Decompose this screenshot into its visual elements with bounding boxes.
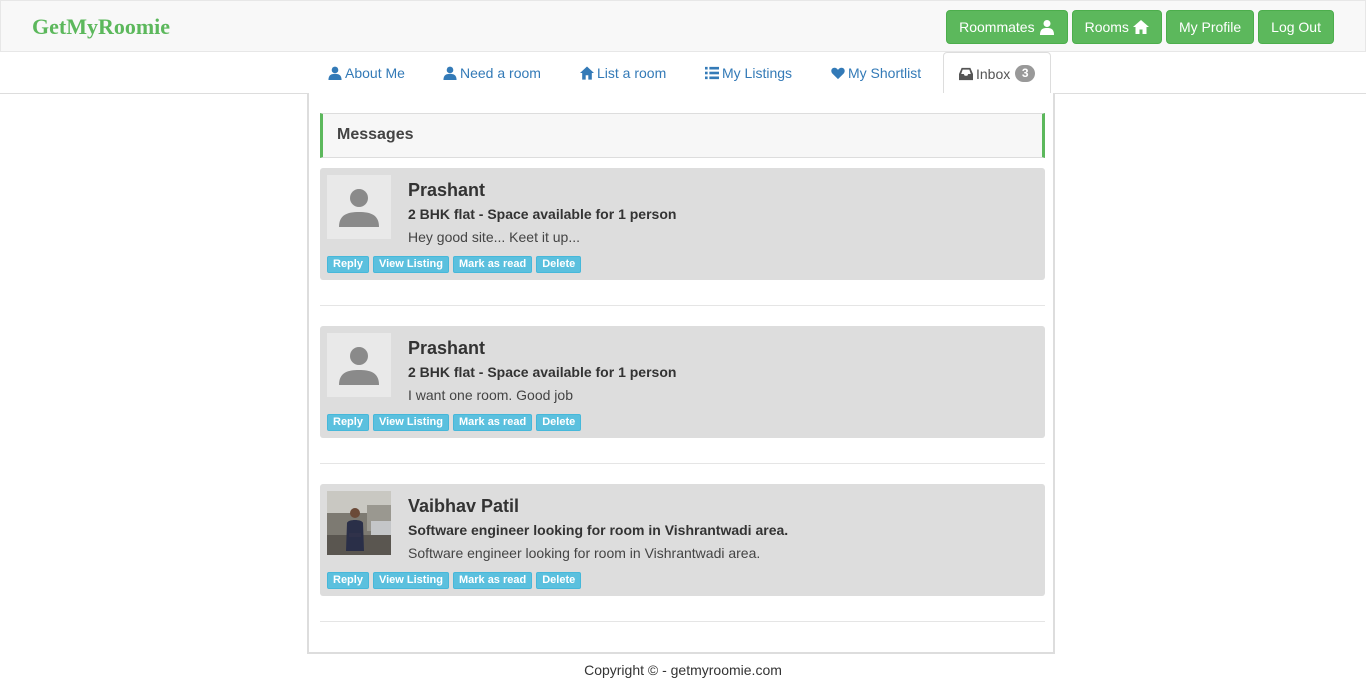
inbox-count-badge: 3 [1015, 65, 1036, 82]
tab-label: Inbox [976, 65, 1011, 82]
tab-about-me[interactable]: About Me [313, 52, 420, 94]
message-divider [320, 621, 1045, 622]
mark-as-read-button[interactable]: Mark as read [452, 256, 533, 273]
message-actions: Reply View Listing Mark as read Delete [327, 414, 582, 431]
inbox-icon [959, 67, 973, 80]
mark-as-read-button[interactable]: Mark as read [452, 572, 533, 589]
message-card: Prashant 2 BHK flat - Space available fo… [320, 326, 1045, 438]
reply-button[interactable]: Reply [327, 414, 369, 431]
top-navbar: GetMyRoomie Roommates Rooms My Profile L… [0, 0, 1366, 52]
tab-label: My Shortlist [848, 65, 922, 81]
home-icon [580, 66, 594, 80]
user-icon [328, 66, 342, 80]
tab-my-shortlist[interactable]: My Shortlist [816, 52, 936, 94]
user-icon [1039, 20, 1054, 35]
home-icon [1132, 20, 1149, 34]
message-actions: Reply View Listing Mark as read Delete [327, 572, 582, 589]
rooms-button[interactable]: Rooms [1071, 10, 1162, 44]
tab-label: Need a room [460, 65, 541, 81]
message-divider [320, 305, 1045, 306]
roommates-label: Roommates [959, 19, 1035, 35]
list-icon [705, 66, 719, 80]
message-divider [320, 463, 1045, 464]
avatar [327, 491, 391, 555]
inbox-panel: Messages Prashant 2 BHK flat - Space ava… [307, 93, 1055, 654]
message-sender: Vaibhav Patil [408, 496, 520, 516]
delete-button[interactable]: Delete [536, 414, 582, 431]
avatar [327, 175, 391, 239]
mark-as-read-button[interactable]: Mark as read [452, 414, 533, 431]
tab-my-listings[interactable]: My Listings [690, 52, 807, 94]
view-listing-button[interactable]: View Listing [372, 414, 449, 431]
footer-copyright: Copyright © - getmyroomie.com [584, 662, 782, 678]
message-sender: Prashant [408, 338, 486, 358]
roommates-button[interactable]: Roommates [946, 10, 1068, 44]
message-card: Vaibhav Patil Software engineer looking … [320, 484, 1045, 596]
profile-tabs: About Me Need a room List a room My List… [0, 52, 1366, 95]
avatar [327, 333, 391, 397]
message-subject: 2 BHK flat - Space available for 1 perso… [408, 364, 677, 380]
delete-button[interactable]: Delete [536, 572, 582, 589]
messages-header: Messages [320, 113, 1045, 158]
reply-button[interactable]: Reply [327, 256, 369, 273]
user-photo [327, 491, 391, 555]
message-card: Prashant 2 BHK flat - Space available fo… [320, 168, 1045, 280]
tab-inbox[interactable]: Inbox 3 [943, 52, 1052, 95]
placeholder-user-icon [327, 175, 391, 239]
delete-button[interactable]: Delete [536, 256, 582, 273]
placeholder-user-icon [327, 333, 391, 397]
my-profile-button[interactable]: My Profile [1165, 10, 1255, 44]
nav-buttons: Roommates Rooms My Profile Log Out [946, 10, 1334, 44]
message-preview: Software engineer looking for room in Vi… [408, 545, 761, 561]
message-subject: Software engineer looking for room in Vi… [408, 522, 789, 538]
message-actions: Reply View Listing Mark as read Delete [327, 256, 582, 273]
user-icon [443, 66, 457, 80]
heart-icon [831, 67, 845, 80]
tab-need-a-room[interactable]: Need a room [428, 52, 556, 94]
logout-button[interactable]: Log Out [1258, 10, 1334, 44]
tab-list-a-room[interactable]: List a room [565, 52, 681, 94]
brand-logo[interactable]: GetMyRoomie [32, 14, 170, 40]
message-sender: Prashant [408, 180, 486, 200]
tab-label: About Me [345, 65, 405, 81]
view-listing-button[interactable]: View Listing [372, 256, 449, 273]
message-preview: I want one room. Good job [408, 387, 573, 403]
message-subject: 2 BHK flat - Space available for 1 perso… [408, 206, 677, 222]
reply-button[interactable]: Reply [327, 572, 369, 589]
tab-label: List a room [597, 65, 667, 81]
message-preview: Hey good site... Keet it up... [408, 229, 580, 245]
rooms-label: Rooms [1084, 19, 1129, 35]
view-listing-button[interactable]: View Listing [372, 572, 449, 589]
tab-label: My Listings [722, 65, 793, 81]
